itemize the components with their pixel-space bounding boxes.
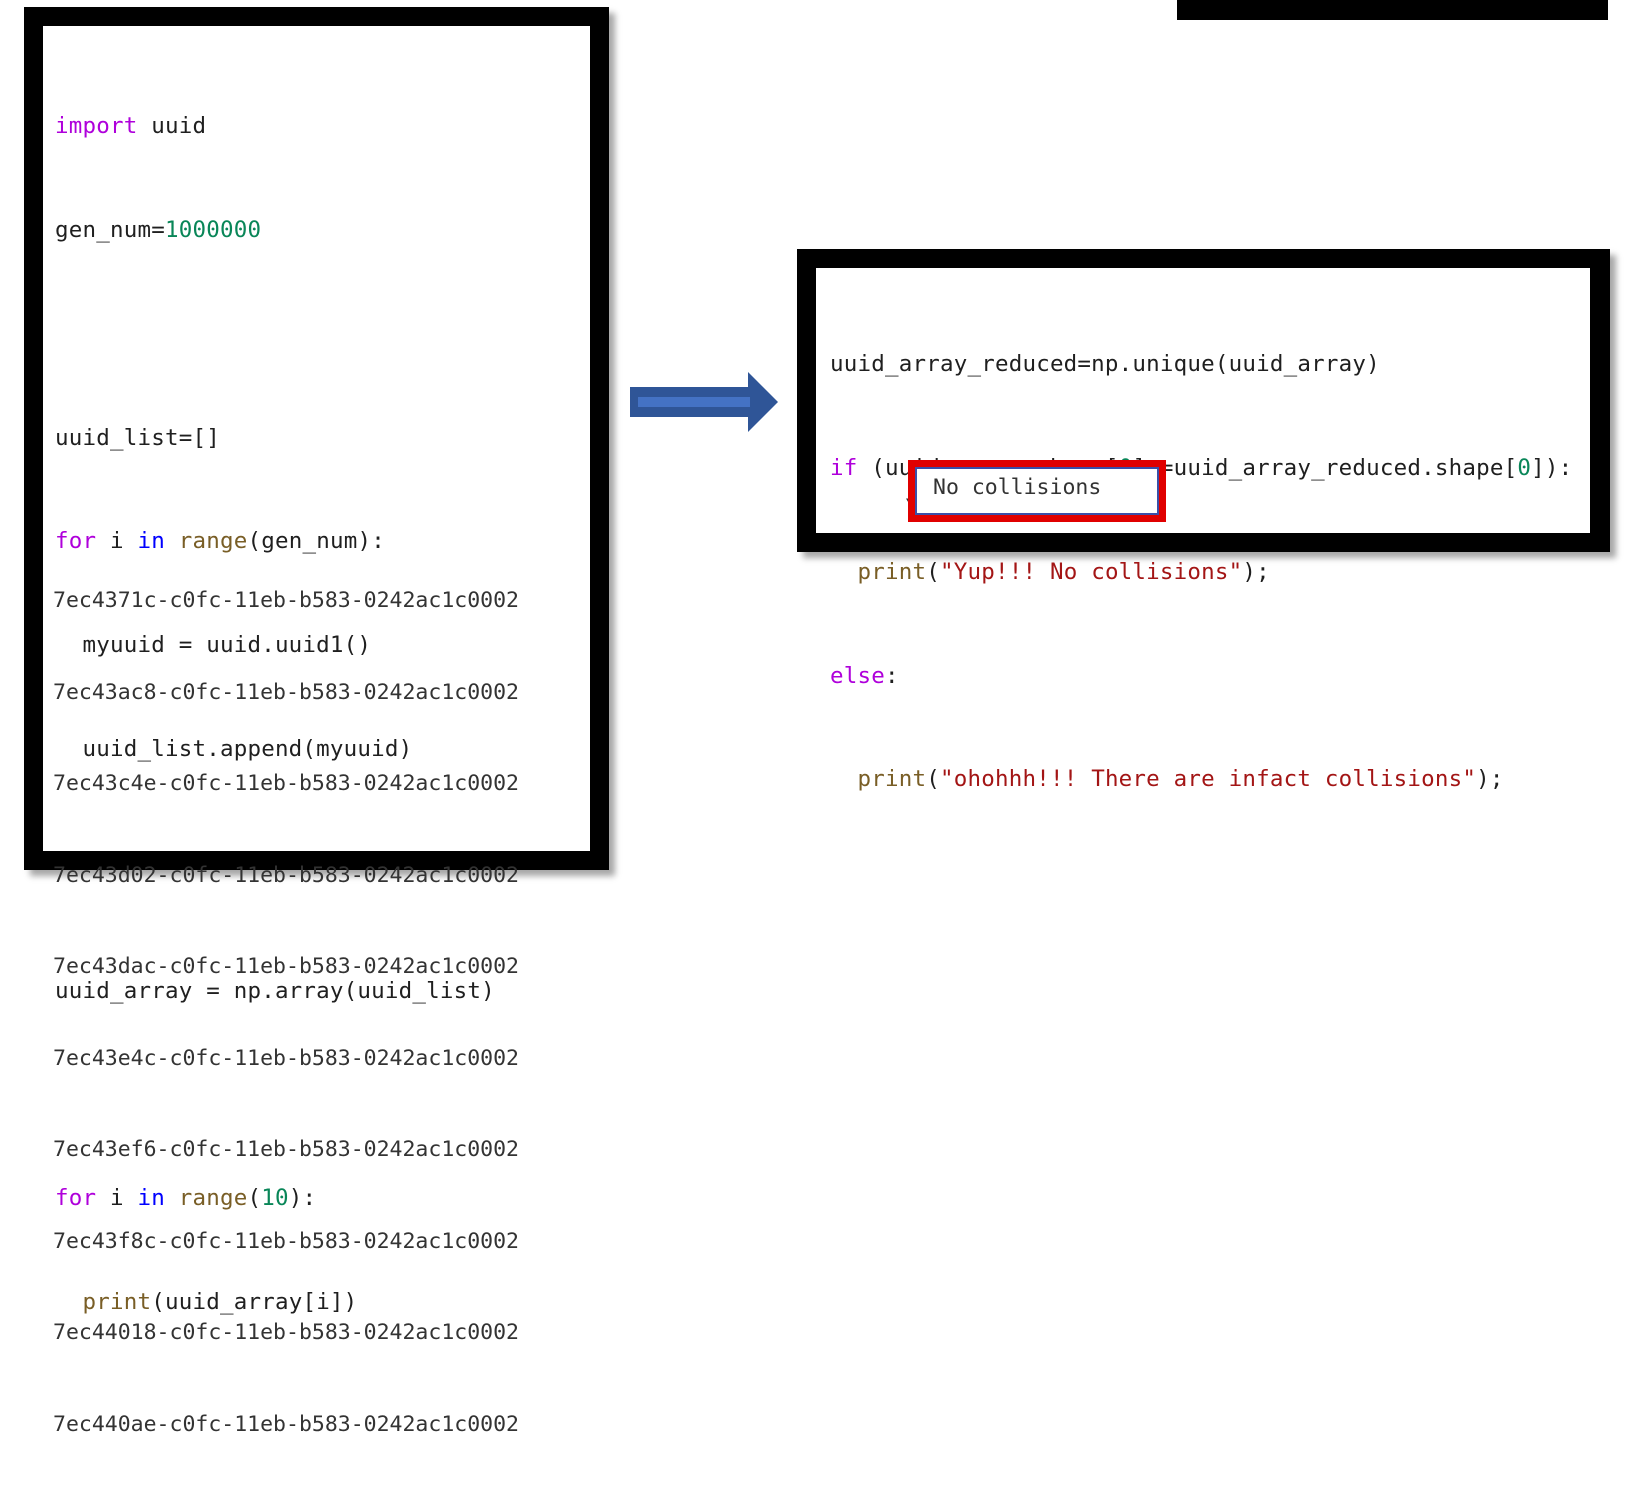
code-line: uuid_array_reduced=np.unique(uuid_array) [830, 351, 1380, 378]
highlighted-output: No collisions [933, 475, 1102, 500]
output-line: 7ec4371c-c0fc-11eb-b583-0242ac1c0002 [53, 588, 519, 613]
right-code-panel: uuid_array_reduced=np.unique(uuid_array)… [797, 249, 1610, 792]
right-code-block: uuid_array_reduced=np.unique(uuid_array)… [830, 278, 1572, 866]
output-line: 7ec43c4e-c0fc-11eb-b583-0242ac1c0002 [53, 771, 519, 796]
right-arrow-icon [630, 372, 778, 432]
output-line: 7ec43e4c-c0fc-11eb-b583-0242ac1c0002 [53, 1045, 519, 1071]
right-output-row: Yup!! No collisions [828, 460, 1166, 570]
output-line: 7ec440ae-c0fc-11eb-b583-0242ac1c0002 [53, 1411, 519, 1437]
output-line: 7ec43dac-c0fc-11eb-b583-0242ac1c0002 [53, 954, 519, 979]
code-line: import uuid [55, 113, 207, 140]
left-output-block: 7ec4371c-c0fc-11eb-b583-0242ac1c0002 7ec… [53, 525, 519, 1501]
code-line: print("ohohhh!!! There are infact collis… [857, 766, 1504, 793]
output-line: 7ec44018-c0fc-11eb-b583-0242ac1c0002 [53, 1320, 519, 1345]
code-line: uuid_list=[] [55, 424, 220, 451]
code-line: else: [830, 662, 899, 689]
output-line: 7ec43ef6-c0fc-11eb-b583-0242ac1c0002 [53, 1137, 519, 1162]
output-line: 7ec43d02-c0fc-11eb-b583-0242ac1c0002 [53, 862, 519, 888]
code-line: gen_num=1000000 [55, 216, 262, 243]
output-line: 7ec43f8c-c0fc-11eb-b583-0242ac1c0002 [53, 1228, 519, 1254]
right-code-cell: uuid_array_reduced=np.unique(uuid_array)… [816, 268, 1590, 792]
top-black-bar [1177, 0, 1608, 20]
left-code-panel: import uuid gen_num=1000000 uuid_list=[]… [24, 7, 609, 1437]
highlight-box: No collisions [908, 460, 1166, 522]
left-code-cell: import uuid gen_num=1000000 uuid_list=[]… [43, 26, 590, 1437]
output-line: 7ec43ac8-c0fc-11eb-b583-0242ac1c0002 [53, 679, 519, 705]
